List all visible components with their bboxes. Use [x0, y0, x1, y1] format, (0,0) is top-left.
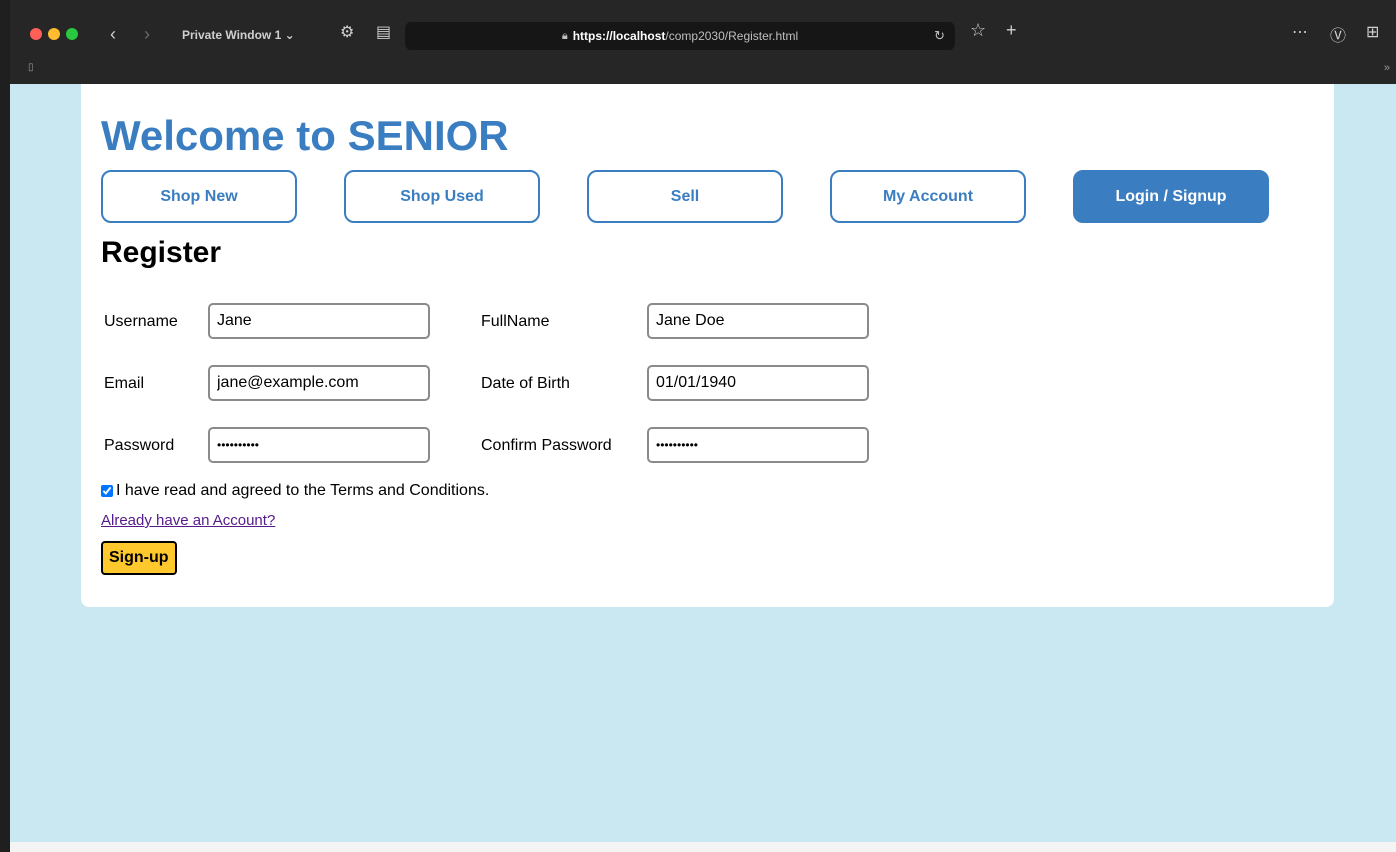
- overflow-chevron-icon[interactable]: »: [1384, 62, 1390, 74]
- reader-icon[interactable]: ▤: [376, 22, 391, 42]
- content-card: Welcome to SENIOR Shop New Shop Used Sel…: [81, 84, 1334, 607]
- email-input[interactable]: [208, 365, 430, 401]
- page-title: Register: [101, 236, 222, 269]
- new-tab-icon[interactable]: +: [1006, 20, 1017, 41]
- window-controls: [30, 28, 78, 40]
- password-label: Password: [104, 437, 175, 454]
- nav-login-signup-button[interactable]: Login / Signup: [1073, 170, 1269, 223]
- browser-toolbar: ‹ › Private Window 1 ⌄ ⚙ ▤ 🔒︎ https://lo…: [10, 0, 1396, 84]
- fullname-input[interactable]: [647, 303, 869, 339]
- bookmark-icon[interactable]: ▯: [28, 62, 34, 73]
- lock-icon: 🔒︎: [561, 29, 568, 42]
- username-input[interactable]: [208, 303, 430, 339]
- minimize-window-button[interactable]: [48, 28, 60, 40]
- url-host: https://localhost: [572, 29, 666, 43]
- downloads-icon[interactable]: Ⓥ: [1330, 22, 1346, 46]
- terms-row: I have read and agreed to the Terms and …: [101, 482, 489, 500]
- nav-sell-button[interactable]: Sell: [587, 170, 783, 223]
- username-label: Username: [104, 313, 178, 330]
- reload-icon[interactable]: ↻: [934, 28, 945, 44]
- tracking-shield-icon[interactable]: ⚙: [340, 22, 354, 42]
- private-window-label[interactable]: Private Window 1 ⌄: [182, 28, 295, 42]
- window-edge: [0, 0, 10, 852]
- forward-icon[interactable]: ›: [144, 24, 150, 45]
- password-input[interactable]: [208, 427, 430, 463]
- extensions-icon[interactable]: ⊞: [1366, 22, 1379, 42]
- terms-checkbox[interactable]: [101, 485, 113, 497]
- nav-shop-used-button[interactable]: Shop Used: [344, 170, 540, 223]
- nav-my-account-button[interactable]: My Account: [830, 170, 1026, 223]
- nav-shop-new-button[interactable]: Shop New: [101, 170, 297, 223]
- star-icon[interactable]: ☆: [970, 20, 986, 41]
- close-window-button[interactable]: [30, 28, 42, 40]
- site-title: Welcome to SENIOR: [101, 112, 509, 159]
- status-strip: [10, 842, 1396, 852]
- dob-label: Date of Birth: [481, 375, 570, 392]
- url-path: /comp2030/Register.html: [665, 29, 799, 43]
- fullname-label: FullName: [481, 313, 550, 330]
- address-bar[interactable]: 🔒︎ https://localhost/comp2030/Register.h…: [405, 22, 955, 50]
- login-link[interactable]: Already have an Account?: [101, 512, 275, 529]
- terms-label: I have read and agreed to the Terms and …: [116, 482, 490, 499]
- more-icon[interactable]: ⋯: [1292, 22, 1308, 42]
- confirm-password-input[interactable]: [647, 427, 869, 463]
- back-icon[interactable]: ‹: [110, 24, 116, 45]
- browser-window: ‹ › Private Window 1 ⌄ ⚙ ▤ 🔒︎ https://lo…: [10, 0, 1396, 852]
- maximize-window-button[interactable]: [66, 28, 78, 40]
- signup-button[interactable]: Sign-up: [101, 541, 177, 575]
- confirm-password-label: Confirm Password: [481, 437, 612, 454]
- dob-input[interactable]: [647, 365, 869, 401]
- email-label: Email: [104, 375, 145, 392]
